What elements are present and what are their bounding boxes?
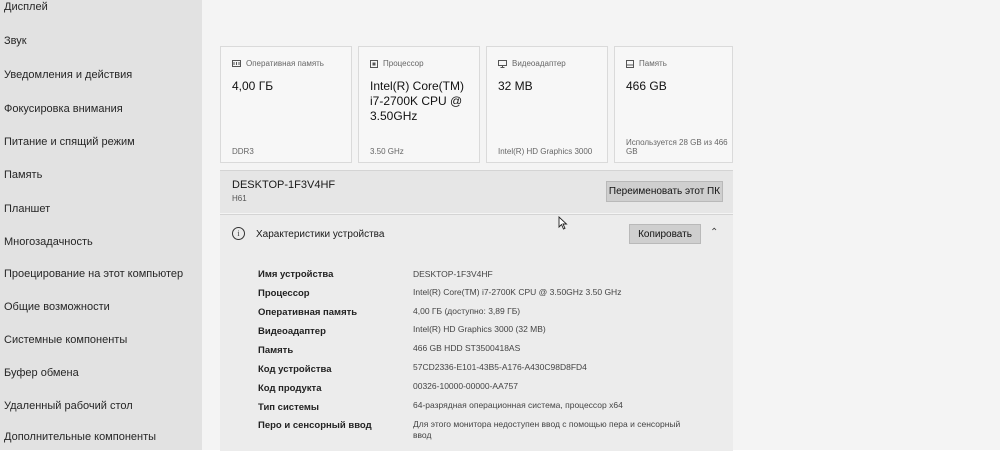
storage-tile-footer-line: Используется 28 GB из 466 (626, 138, 728, 147)
storage-tile: Память 466 GB Используется 28 GB из 466 … (614, 46, 733, 163)
spec-label-product-id: Код продукта (258, 383, 322, 394)
spec-label-device-id: Код устройства (258, 364, 332, 375)
copy-button[interactable]: Копировать (629, 224, 701, 244)
spec-value-device-name: DESKTOP-1F3V4HF (413, 269, 493, 279)
ram-icon (232, 60, 241, 67)
sidebar-item-optional-features[interactable]: Дополнительные компоненты (4, 431, 156, 443)
spec-value-processor: Intel(R) Core(TM) i7-2700K CPU @ 3.50GHz… (413, 287, 622, 297)
sidebar-item-tablet[interactable]: Планшет (4, 203, 50, 215)
cpu-tile-footer: 3.50 GHz (370, 147, 404, 156)
device-specifications-title: Характеристики устройства (256, 229, 385, 240)
gpu-tile: Видеоадаптер 32 MB Intel(R) HD Graphics … (486, 46, 608, 163)
pc-name-bar: DESKTOP-1F3V4HF H61 Переименовать этот П… (220, 170, 733, 213)
storage-tile-footer-line: GB (626, 147, 638, 156)
storage-tile-footer: Используется 28 GB из 466 GB (626, 138, 728, 156)
sidebar-item-storage[interactable]: Память (4, 169, 42, 181)
sidebar-item-display[interactable]: Дисплей (4, 1, 48, 13)
spec-value-system-type: 64-разрядная операционная система, проце… (413, 400, 623, 410)
pc-board-model: H61 (232, 194, 247, 203)
cpu-tile: Процессор Intel(R) Core(TM) i7-2700K CPU… (358, 46, 480, 163)
ram-tile-title: Оперативная память (246, 59, 324, 68)
sidebar-item-clipboard[interactable]: Буфер обмена (4, 367, 79, 379)
sidebar-item-projecting[interactable]: Проецирование на этот компьютер (4, 268, 183, 280)
storage-tile-title: Память (639, 59, 667, 68)
spec-value-device-id: 57CD2336-E101-43B5-A176-A430C98D8FD4 (413, 362, 587, 372)
cpu-tile-value: Intel(R) Core(TM) i7-2700K CPU @ 3.50GHz (370, 79, 464, 124)
storage-tile-value: 466 GB (626, 79, 667, 93)
sidebar-item-sound[interactable]: Звук (4, 35, 27, 47)
display-icon (498, 59, 507, 68)
spec-value-storage: 466 GB HDD ST3500418AS (413, 343, 521, 353)
spec-value-pen-touch-line: Для этого монитора недоступен ввод с пом… (413, 419, 681, 429)
chevron-up-icon[interactable]: ⌃ (710, 227, 718, 238)
spec-label-gpu: Видеоадаптер (258, 326, 326, 337)
cpu-tile-value-line: 3.50GHz (370, 109, 418, 123)
rename-pc-button[interactable]: Переименовать этот ПК (606, 181, 723, 202)
spec-label-device-name: Имя устройства (258, 269, 334, 280)
ram-tile-value: 4,00 ГБ (232, 79, 274, 93)
sidebar-item-multitasking[interactable]: Многозадачность (4, 236, 93, 248)
cpu-tile-title: Процессор (383, 59, 424, 68)
spec-label-ram: Оперативная память (258, 307, 358, 318)
cpu-icon (370, 59, 378, 68)
sidebar-item-focus-assist[interactable]: Фокусировка внимания (4, 103, 123, 115)
spec-value-ram: 4,00 ГБ (доступно: 3,89 ГБ) (413, 306, 521, 316)
spec-label-pen-touch: Перо и сенсорный ввод (258, 420, 372, 431)
cpu-tile-value-line: i7-2700K CPU @ (370, 94, 463, 108)
gpu-tile-footer: Intel(R) HD Graphics 3000 (498, 147, 593, 156)
sidebar-item-notifications[interactable]: Уведомления и действия (4, 69, 132, 81)
spec-value-pen-touch-line: ввод (413, 430, 432, 440)
mouse-cursor-icon (558, 215, 568, 235)
gpu-tile-title: Видеоадаптер (512, 59, 566, 68)
device-specifications-panel: i Характеристики устройства Копировать ⌃… (220, 214, 733, 451)
pc-name: DESKTOP-1F3V4HF (232, 179, 336, 191)
device-specifications-header[interactable]: i Характеристики устройства Копировать ⌃ (220, 215, 733, 253)
spec-label-processor: Процессор (258, 288, 310, 299)
spec-value-product-id: 00326-10000-00000-AA757 (413, 381, 518, 391)
gpu-tile-value: 32 MB (498, 79, 533, 93)
spec-label-storage: Память (258, 345, 294, 356)
sidebar-item-shared-experiences[interactable]: Общие возможности (4, 301, 110, 313)
spec-label-system-type: Тип системы (258, 402, 320, 413)
sidebar-item-power-sleep[interactable]: Питание и спящий режим (4, 136, 135, 148)
storage-icon (626, 59, 634, 68)
spec-value-pen-touch: Для этого монитора недоступен ввод с пом… (413, 419, 680, 441)
info-icon: i (232, 227, 245, 240)
spec-value-gpu: Intel(R) HD Graphics 3000 (32 MB) (413, 324, 546, 334)
sidebar-item-system-components[interactable]: Системные компоненты (4, 334, 127, 346)
ram-tile: Оперативная память 4,00 ГБ DDR3 (220, 46, 352, 163)
settings-sidebar: Дисплей Звук Уведомления и действия Фоку… (0, 0, 202, 450)
cpu-tile-value-line: Intel(R) Core(TM) (370, 79, 465, 93)
sidebar-item-remote-desktop[interactable]: Удаленный рабочий стол (4, 400, 133, 412)
ram-tile-footer: DDR3 (232, 147, 254, 156)
